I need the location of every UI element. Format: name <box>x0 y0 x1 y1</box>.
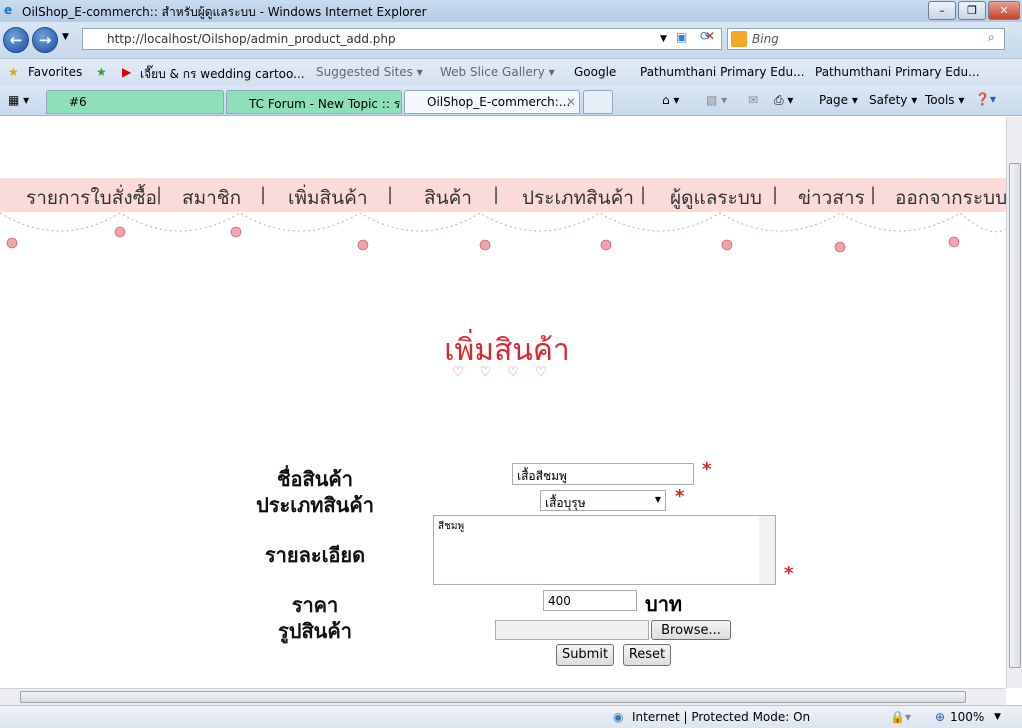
favorites-bar: ★ Favorites ★ ▶ เจี๊ยบ & กร wedding cart… <box>0 58 1022 86</box>
home-icon[interactable]: ⌂ ▾ <box>662 93 679 107</box>
scroll-thumb[interactable] <box>1009 163 1021 668</box>
status-bar: ◉ Internet | Protected Mode: On 🔒▾ ⊕ 100… <box>0 705 1022 728</box>
detail-label: รายละเอียด <box>264 543 366 567</box>
chevron-down-icon: ▼ <box>654 495 661 504</box>
quick-tabs-icon[interactable]: ▦ ▾ <box>8 93 29 107</box>
menu-separator: | <box>870 184 877 205</box>
price-unit: บาท <box>645 592 683 616</box>
reset-button[interactable]: Reset <box>623 644 671 666</box>
detail-textarea[interactable]: สีชมพู <box>433 515 776 585</box>
selected-type: เสื้อบุรุษ <box>545 496 586 510</box>
textarea-scrollbar[interactable] <box>759 516 775 584</box>
globe-icon: ◉ <box>613 710 624 724</box>
page-content: รายการใบสั่งซื้อ | สมาชิก | เพิ่มสินค้า … <box>0 117 1006 688</box>
submit-button[interactable]: Submit <box>556 644 614 666</box>
vertical-scrollbar[interactable] <box>1006 117 1022 688</box>
security-icon[interactable]: 🔒▾ <box>890 710 911 724</box>
favorite-link[interactable]: Pathumthani Primary Edu... <box>815 65 980 79</box>
menu-separator: | <box>640 184 647 205</box>
search-icon[interactable]: ⌕ <box>988 30 995 45</box>
mail-icon[interactable]: ✉ <box>748 93 758 107</box>
menu-separator: | <box>260 184 267 205</box>
favorites-button[interactable]: Favorites <box>28 65 82 79</box>
tab-bar: ▦ ▾ #6 TC Forum - New Topic :: ร... OilS… <box>0 86 1022 116</box>
required-marker: * <box>702 459 712 480</box>
file-path-input[interactable] <box>495 620 649 640</box>
tools-menu[interactable]: Tools ▾ <box>925 93 964 107</box>
favorite-link[interactable]: เจี๊ยบ & กร wedding cartoo... <box>140 65 305 84</box>
window-title: OilShop_E-commerch:: สำหรับผู้ดูแลระบบ -… <box>22 5 427 19</box>
tab-active[interactable]: OilShop_E-commerch:... <box>404 90 580 114</box>
horizontal-scrollbar[interactable] <box>0 688 1006 705</box>
help-icon[interactable]: ❓▾ <box>975 92 996 106</box>
compatibility-icon[interactable]: ▣ <box>676 30 687 44</box>
feeds-icon[interactable]: ▧ ▾ <box>706 93 727 107</box>
close-tab-icon[interactable]: ✕ <box>566 95 576 109</box>
stop-icon[interactable]: ✕ <box>705 29 715 43</box>
required-marker: * <box>675 486 685 507</box>
menu-separator: | <box>156 184 163 205</box>
new-tab-button[interactable] <box>583 90 613 114</box>
required-marker: * <box>784 563 794 584</box>
youtube-icon: ▶ <box>122 65 132 79</box>
add-favorite-icon[interactable]: ★ <box>96 65 107 79</box>
product-name-input[interactable]: เสื้อสีชมพู <box>512 463 694 485</box>
menu-separator: | <box>493 184 500 205</box>
zoom-level[interactable]: 100% <box>950 710 984 724</box>
restore-button[interactable]: ❐ <box>958 1 986 20</box>
bing-icon <box>731 31 747 47</box>
star-icon: ★ <box>8 65 19 79</box>
print-icon[interactable]: ⎙ ▾ <box>774 93 793 108</box>
close-button[interactable]: ✕ <box>988 1 1020 20</box>
tab-2[interactable]: TC Forum - New Topic :: ร... <box>226 90 402 114</box>
admin-menu: รายการใบสั่งซื้อ | สมาชิก | เพิ่มสินค้า … <box>0 178 1006 212</box>
url-dropdown-icon[interactable]: ▼ <box>660 34 667 44</box>
zone-status: Internet | Protected Mode: On <box>632 710 811 724</box>
menu-separator: | <box>772 184 779 205</box>
title-bar: e OilShop_E-commerch:: สำหรับผู้ดูแลระบบ… <box>0 0 1022 22</box>
zoom-dropdown-icon[interactable]: ▼ <box>994 712 1001 722</box>
heart-garland-decoration <box>0 212 1006 253</box>
ie-logo-icon: e <box>4 3 13 17</box>
browse-button[interactable]: Browse... <box>651 620 731 640</box>
image-label: รูปสินค้า <box>278 619 352 643</box>
tab-1[interactable]: #6 <box>46 90 224 114</box>
favorite-link[interactable]: Web Slice Gallery ▾ <box>440 65 555 79</box>
favorite-link[interactable]: Pathumthani Primary Edu... <box>640 65 805 79</box>
favorite-link[interactable]: Google <box>574 65 616 79</box>
minimize-button[interactable]: – <box>928 1 956 20</box>
detail-text: สีชมพู <box>438 521 465 532</box>
product-type-select[interactable]: เสื้อบุรุษ ▼ <box>540 490 666 511</box>
zoom-icon: ⊕ <box>935 710 946 724</box>
hearts-decoration: ♡♡♡♡ <box>452 365 563 380</box>
history-dropdown-icon[interactable]: ▼ <box>62 32 69 42</box>
url-input[interactable]: http://localhost/Oilshop/admin_product_a… <box>82 28 722 50</box>
address-bar: ← → ▼ http://localhost/Oilshop/admin_pro… <box>0 22 1022 58</box>
safety-menu[interactable]: Safety ▾ <box>869 93 917 107</box>
page-menu[interactable]: Page ▾ <box>819 93 858 107</box>
back-button[interactable]: ← <box>3 27 29 53</box>
search-input[interactable]: Bing <box>727 28 1005 50</box>
product-type-label: ประเภทสินค้า <box>256 493 374 517</box>
scroll-thumb[interactable] <box>20 691 966 703</box>
menu-separator: | <box>387 184 394 205</box>
price-input[interactable]: 400 <box>543 590 637 611</box>
favorite-link[interactable]: Suggested Sites ▾ <box>316 65 423 79</box>
forward-button[interactable]: → <box>32 27 58 53</box>
